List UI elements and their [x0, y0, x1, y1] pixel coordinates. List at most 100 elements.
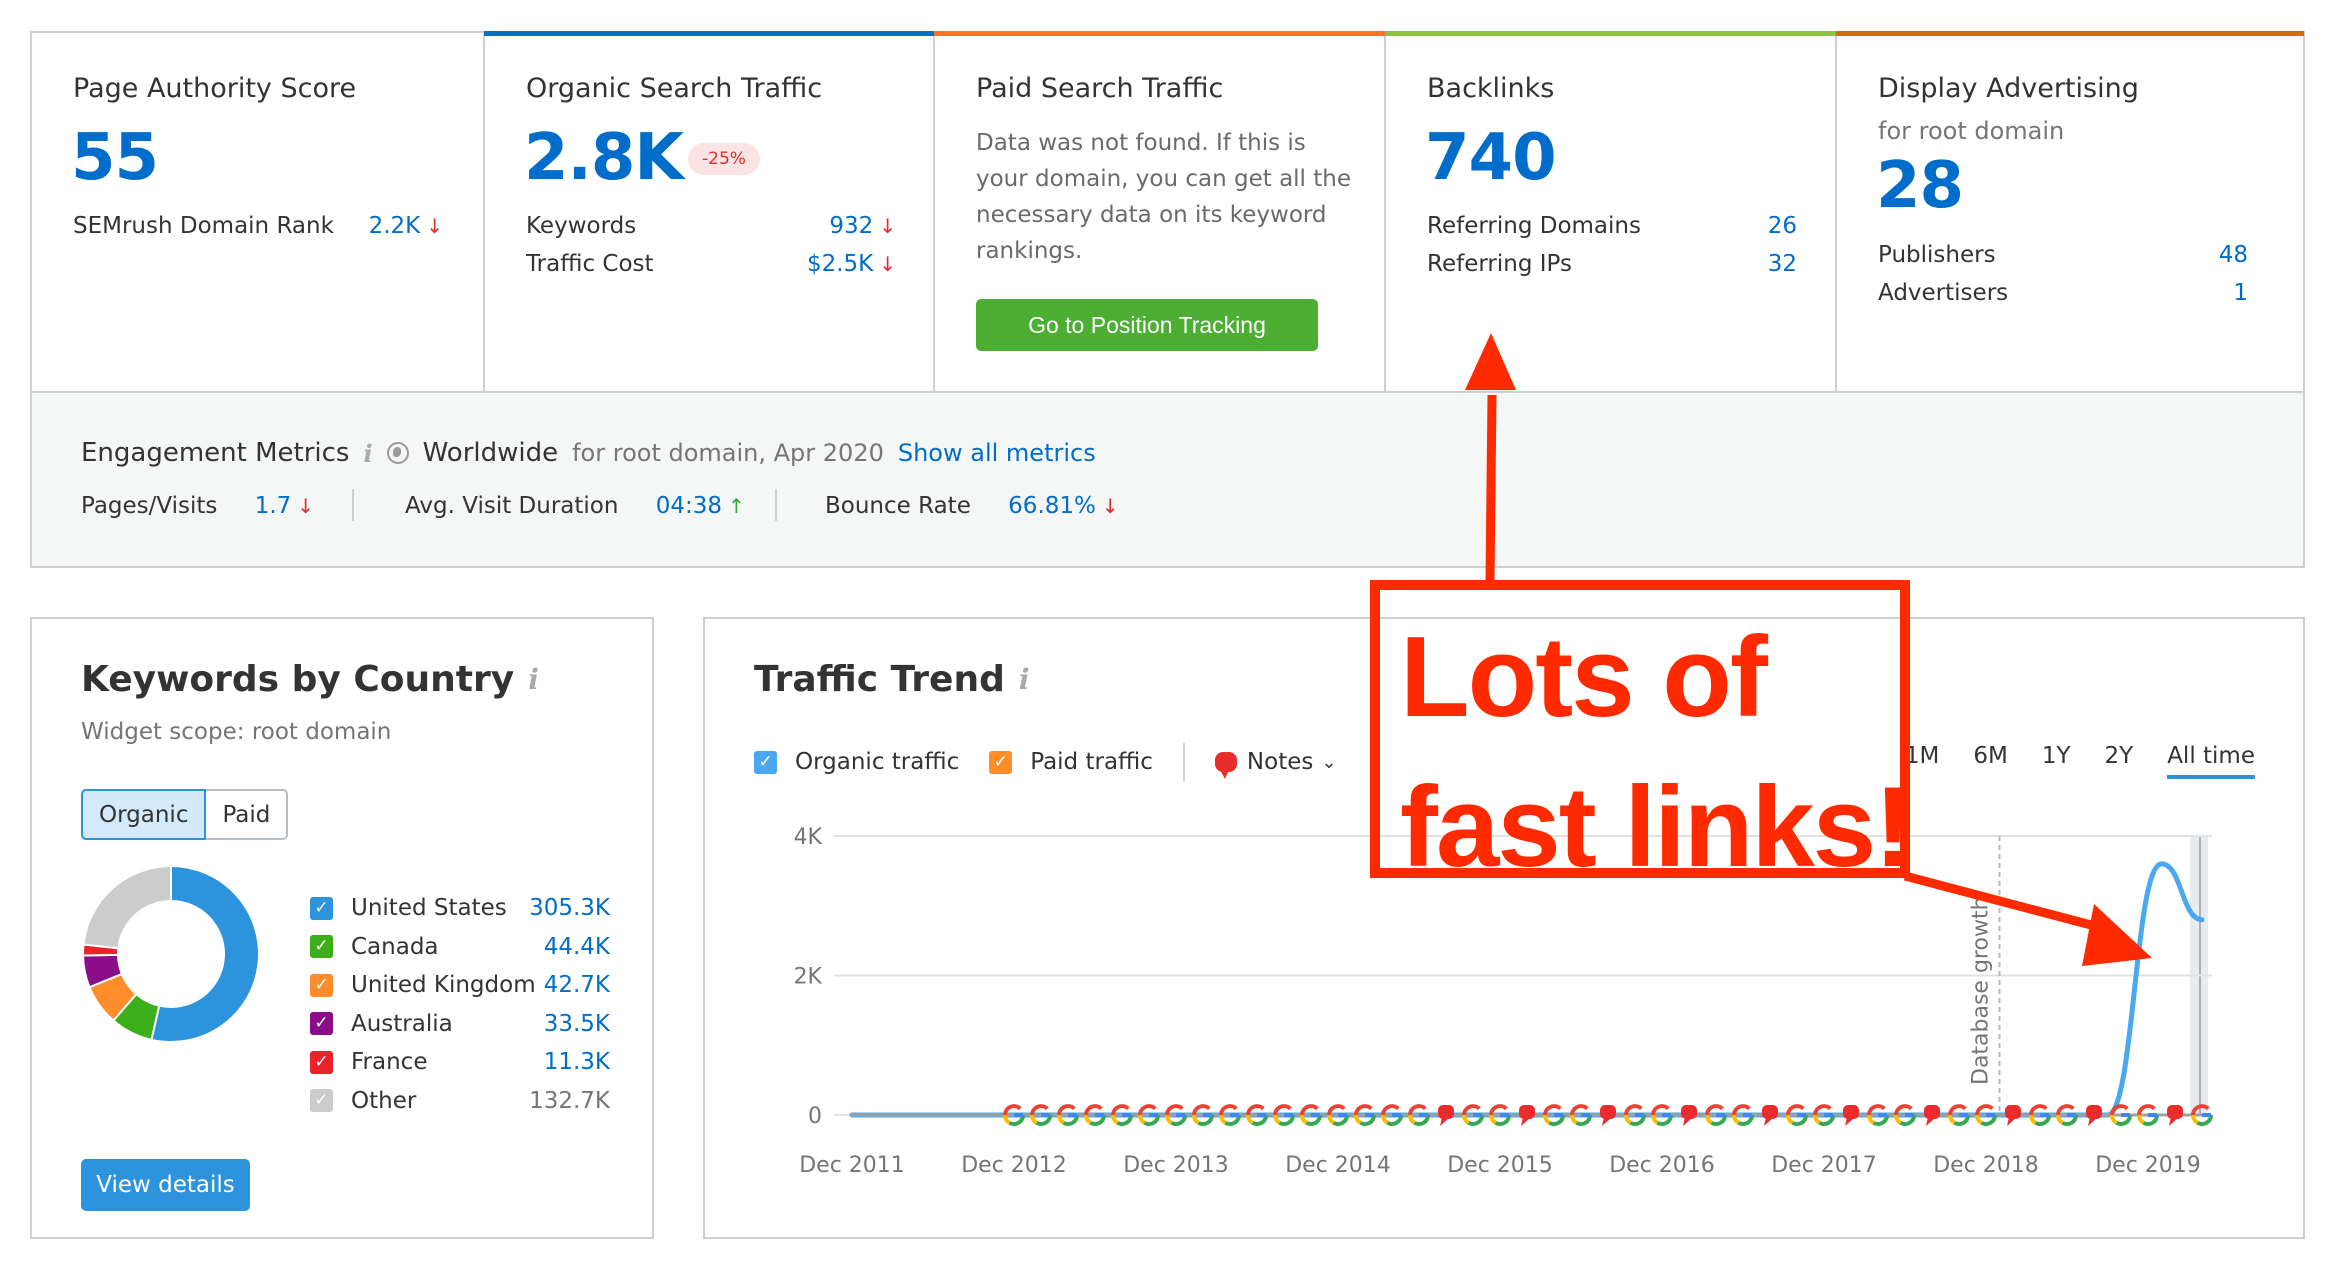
authority-score-value[interactable]: 55	[71, 121, 159, 195]
annotation-line-2: fast links!	[1400, 764, 1912, 891]
trend-down-icon: ↓	[1101, 494, 1119, 518]
checkbox-checked-icon[interactable]: ✓	[310, 935, 333, 959]
x-tick-label: Dec 2017	[1771, 1153, 1877, 1178]
country-value[interactable]: 33.5K	[544, 1011, 610, 1037]
backlinks-value[interactable]: 740	[1425, 121, 1557, 195]
trend-down-icon: ↓	[879, 252, 896, 276]
card-subtitle: for root domain	[1878, 117, 2065, 145]
go-to-position-tracking-button[interactable]: Go to Position Tracking	[976, 299, 1318, 351]
card-accent-bar	[934, 31, 1385, 36]
metric-value[interactable]: 66.81%	[1008, 493, 1096, 519]
referring-ips-label: Referring IPs	[1427, 251, 1572, 277]
y-tick-label: 2K	[794, 965, 823, 990]
country-name: Other	[351, 1087, 417, 1114]
organic-traffic-value[interactable]: 2.8K	[524, 121, 684, 195]
globe-icon	[386, 442, 409, 464]
keywords-by-country-title: Keywords by Country	[81, 659, 515, 700]
note-marker-icon[interactable]	[2086, 1105, 2102, 1126]
donut-slice-other[interactable]	[82, 864, 172, 950]
summary-cards: Page Authority Score 55 SEMrush Domain R…	[30, 31, 2305, 391]
note-marker-icon[interactable]	[1762, 1105, 1778, 1126]
annotation-text: Lots of fast links!	[1400, 603, 1912, 903]
metric-avg-visit-duration: Avg. Visit Duration 04:38 ↑	[405, 493, 745, 519]
advertisers-label: Advertisers	[1878, 280, 2009, 306]
note-marker-icon[interactable]	[1681, 1105, 1697, 1126]
referring-domains-label: Referring Domains	[1427, 213, 1641, 239]
country-legend: ✓ United States 305.3K ✓ Canada 44.4K ✓ …	[310, 889, 610, 1120]
legend-row[interactable]: ✓ Canada 44.4K	[310, 928, 610, 967]
info-icon[interactable]: i	[363, 439, 372, 468]
info-icon[interactable]: i	[528, 663, 539, 696]
y-tick-label: 4K	[794, 825, 823, 850]
legend-row[interactable]: ✓ Australia 33.5K	[310, 1005, 610, 1044]
checkbox-checked-icon[interactable]: ✓	[310, 896, 333, 920]
toggle-organic[interactable]: Organic	[81, 789, 207, 840]
engagement-title: Engagement Metrics	[81, 438, 350, 468]
card-backlinks: Backlinks 740 Referring Domains 26 Refer…	[1385, 31, 1837, 391]
checkbox-checked-icon[interactable]: ✓	[310, 1012, 333, 1036]
card-accent-bar	[484, 31, 934, 36]
country-value[interactable]: 305.3K	[529, 895, 610, 921]
display-ads-value[interactable]: 28	[1876, 149, 1964, 223]
note-marker-icon[interactable]	[1843, 1105, 1859, 1126]
metric-value[interactable]: 1.7	[255, 493, 292, 519]
metric-value[interactable]: 04:38	[656, 493, 722, 519]
metric-pages-visits: Pages/Visits 1.7 ↓	[81, 493, 314, 519]
x-tick-label: Dec 2013	[1123, 1153, 1229, 1178]
note-marker-icon[interactable]	[1438, 1105, 1454, 1126]
metric-label: Bounce Rate	[825, 493, 971, 519]
card-title: Display Advertising	[1878, 73, 2139, 104]
card-display-advertising: Display Advertising for root domain 28 P…	[1836, 31, 2304, 391]
domain-rank-label: SEMrush Domain Rank	[73, 213, 334, 239]
legend-row[interactable]: ✓ France 11.3K	[310, 1043, 610, 1082]
country-name: Australia	[351, 1010, 453, 1037]
metric-label: Avg. Visit Duration	[405, 493, 619, 519]
card-title: Organic Search Traffic	[526, 73, 823, 104]
advertisers-value[interactable]: 1	[2233, 280, 2248, 306]
note-marker-icon[interactable]	[1924, 1105, 1940, 1126]
legend-row[interactable]: ✓ United States 305.3K	[310, 889, 610, 928]
checkbox-checked-icon[interactable]: ✓	[310, 973, 333, 997]
database-growth-label: Database growth	[1969, 896, 1994, 1085]
x-tick-label: Dec 2014	[1285, 1153, 1391, 1178]
country-name: Canada	[351, 933, 439, 960]
x-tick-label: Dec 2016	[1609, 1153, 1715, 1178]
publishers-row: Publishers 48	[1878, 242, 2248, 268]
checkbox-checked-icon[interactable]: ✓	[310, 1050, 333, 1074]
traffic-cost-row: Traffic Cost $2.5K ↓	[526, 251, 896, 277]
keywords-row: Keywords 932 ↓	[526, 213, 896, 239]
view-details-button[interactable]: View details	[81, 1159, 250, 1211]
country-value[interactable]: 44.4K	[544, 934, 610, 960]
note-marker-icon[interactable]	[2167, 1105, 2183, 1126]
show-all-metrics-link[interactable]: Show all metrics	[898, 439, 1096, 467]
metric-bounce-rate: Bounce Rate 66.81% ↓	[825, 493, 1119, 519]
metric-label: Pages/Visits	[81, 493, 218, 519]
domain-rank-value[interactable]: 2.2K	[369, 213, 421, 239]
domain-rank-row: SEMrush Domain Rank 2.2K ↓	[73, 213, 443, 239]
referring-domains-value[interactable]: 26	[1768, 213, 1797, 239]
legend-row[interactable]: ✓ United Kingdom 42.7K	[310, 966, 610, 1005]
country-value[interactable]: 11.3K	[544, 1049, 610, 1075]
country-value[interactable]: 42.7K	[544, 972, 610, 998]
note-marker-icon[interactable]	[1519, 1105, 1535, 1126]
legend-row[interactable]: ✓ Other 132.7K	[310, 1082, 610, 1121]
annotation-line-1: Lots of	[1400, 614, 1768, 741]
keywords-value[interactable]: 932	[829, 213, 873, 239]
country-name: United Kingdom	[351, 972, 536, 999]
keywords-by-country-panel: Keywords by Country i Widget scope: root…	[30, 617, 654, 1239]
engagement-header: Engagement Metrics i Worldwide for root …	[81, 438, 1096, 468]
trend-down-icon: ↓	[297, 494, 315, 518]
referring-ips-value[interactable]: 32	[1768, 251, 1797, 277]
x-tick-label: Dec 2012	[961, 1153, 1067, 1178]
checkbox-checked-icon[interactable]: ✓	[310, 1089, 333, 1113]
card-title: Page Authority Score	[73, 73, 357, 104]
no-data-message: Data was not found. If this is your doma…	[976, 130, 1351, 264]
publishers-value[interactable]: 48	[2219, 242, 2248, 268]
traffic-cost-value[interactable]: $2.5K	[807, 251, 873, 277]
toggle-paid[interactable]: Paid	[206, 789, 289, 840]
metric-divider	[352, 489, 354, 521]
note-marker-icon[interactable]	[2005, 1105, 2021, 1126]
card-authority-score: Page Authority Score 55 SEMrush Domain R…	[32, 33, 485, 391]
widget-scope: Widget scope: root domain	[81, 719, 392, 745]
note-marker-icon[interactable]	[1600, 1105, 1616, 1126]
